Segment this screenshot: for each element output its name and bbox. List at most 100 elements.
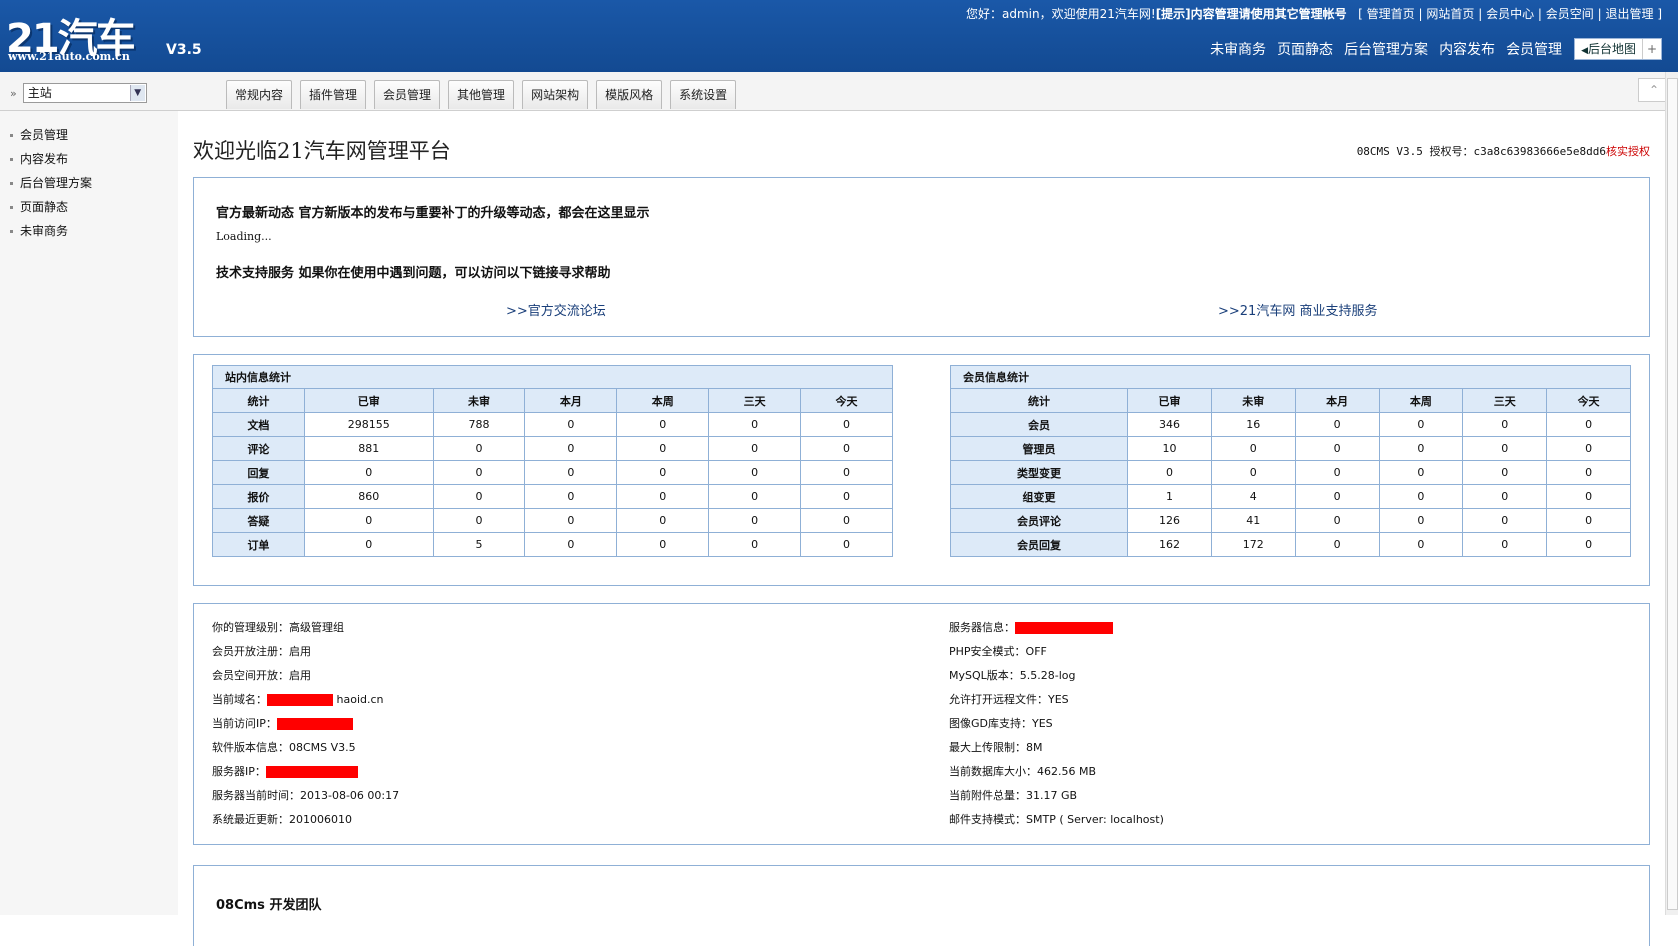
column-header: 三天 bbox=[708, 388, 802, 413]
tab-templates[interactable]: 模版风格 bbox=[596, 80, 663, 109]
table-cell: 10 bbox=[1127, 436, 1212, 461]
info-visitor-ip: 当前访问IP： bbox=[212, 712, 399, 736]
table-cell: 860 bbox=[303, 484, 434, 509]
table-cell: 4 bbox=[1210, 484, 1296, 509]
table-cell: 0 bbox=[708, 532, 802, 557]
table-cell: 346 bbox=[1127, 412, 1212, 437]
plus-icon[interactable]: + bbox=[1643, 39, 1661, 59]
site-select[interactable]: 主站 ▼ bbox=[22, 83, 147, 103]
row-label: 组变更 bbox=[949, 484, 1129, 509]
tab-other[interactable]: 其他管理 bbox=[448, 80, 515, 109]
table-cell: 0 bbox=[1294, 460, 1380, 485]
info-gd: 图像GD库支持：YES bbox=[949, 717, 1053, 730]
scrollbar[interactable] bbox=[1665, 72, 1678, 915]
backend-map-button[interactable]: ◀后台地图 + bbox=[1574, 38, 1662, 60]
info-mysql: MySQL版本：5.5.28-log bbox=[949, 669, 1076, 682]
column-header: 本周 bbox=[616, 388, 710, 413]
news-heading: 官方最新动态 官方新版本的发布与重要补丁的升级等动态，都会在这里显示 bbox=[216, 206, 650, 221]
loading-text: Loading... bbox=[216, 230, 272, 243]
column-header: 本月 bbox=[1294, 388, 1380, 413]
table-cell: 0 bbox=[616, 412, 710, 437]
support-heading: 技术支持服务 如果你在使用中遇到问题，可以访问以下链接寻求帮助 bbox=[216, 266, 611, 281]
tab-members[interactable]: 会员管理 bbox=[374, 80, 441, 109]
info-php-safe: PHP安全模式：OFF bbox=[949, 645, 1047, 658]
logo-url: www.21auto.com.cn bbox=[8, 50, 130, 63]
table-cell: 0 bbox=[432, 484, 526, 509]
system-info-left: 你的管理级别：高级管理组 会员开放注册：启用 会员空间开放：启用 当前域名： h… bbox=[212, 616, 399, 832]
info-member-space: 会员空间开放：启用 bbox=[212, 669, 311, 682]
arrow-left-icon: ◀ bbox=[1581, 46, 1588, 56]
row-label: 评论 bbox=[212, 436, 305, 461]
table-cell: 0 bbox=[800, 460, 893, 485]
link-member-space[interactable]: 会员空间 bbox=[1546, 7, 1594, 21]
table-cell: 16 bbox=[1210, 412, 1296, 437]
nav-admin-scheme[interactable]: 后台管理方案 bbox=[1344, 39, 1428, 59]
redacted-server-info bbox=[1015, 622, 1113, 634]
table-cell: 0 bbox=[1546, 532, 1631, 557]
info-server-time: 服务器当前时间：2013-08-06 00:17 bbox=[212, 789, 400, 802]
top-nav: 未审商务 页面静态 后台管理方案 内容发布 会员管理 ◀后台地图 + bbox=[1199, 38, 1662, 60]
info-software-version: 软件版本信息：08CMS V3.5 bbox=[212, 741, 356, 754]
double-chevron-icon[interactable]: » bbox=[10, 87, 17, 100]
table-cell: 0 bbox=[616, 460, 710, 485]
forum-link[interactable]: >>官方交流论坛 bbox=[506, 300, 606, 319]
sidebar-item-members[interactable]: 会员管理 bbox=[0, 123, 178, 147]
table-caption: 会员信息统计 bbox=[950, 365, 1631, 389]
business-support-link[interactable]: >>21汽车网 商业支持服务 bbox=[1218, 300, 1377, 319]
scrollbar-thumb[interactable] bbox=[1667, 78, 1678, 910]
tab-settings[interactable]: 系统设置 bbox=[670, 80, 737, 109]
nav-member-manage[interactable]: 会员管理 bbox=[1506, 39, 1562, 59]
table-cell: 0 bbox=[524, 532, 618, 557]
table-row: 会员回复 162 172 0 0 0 0 bbox=[949, 532, 1631, 557]
table-row: 管理员 10 0 0 0 0 0 bbox=[949, 436, 1631, 461]
table-cell: 0 bbox=[616, 532, 710, 557]
table-cell: 0 bbox=[1127, 460, 1212, 485]
table-row: 会员评论 126 41 0 0 0 0 bbox=[949, 508, 1631, 533]
tab-regular-content[interactable]: 常规内容 bbox=[226, 80, 293, 109]
table-cell: 0 bbox=[1294, 508, 1380, 533]
tab-plugins[interactable]: 插件管理 bbox=[300, 80, 367, 109]
column-header: 未审 bbox=[1210, 388, 1296, 413]
link-sep: | bbox=[1418, 7, 1423, 21]
table-cell: 0 bbox=[800, 412, 893, 437]
table-cell: 0 bbox=[1462, 460, 1548, 485]
sidebar-item-publish[interactable]: 内容发布 bbox=[0, 147, 178, 171]
table-cell: 0 bbox=[708, 436, 802, 461]
nav-content-publish[interactable]: 内容发布 bbox=[1439, 39, 1495, 59]
sidebar-item-admin-scheme[interactable]: 后台管理方案 bbox=[0, 171, 178, 195]
team-heading: 08Cms 开发团队 bbox=[216, 898, 322, 913]
table-cell: 0 bbox=[616, 484, 710, 509]
table-cell: 0 bbox=[1378, 508, 1464, 533]
link-member-center[interactable]: 会员中心 bbox=[1486, 7, 1534, 21]
redacted-domain bbox=[267, 694, 333, 706]
column-header: 统计 bbox=[949, 388, 1129, 413]
link-admin-home[interactable]: [ 管理首页 bbox=[1358, 7, 1415, 21]
column-header: 今天 bbox=[800, 388, 893, 413]
table-cell: 0 bbox=[1546, 412, 1631, 437]
table-cell: 0 bbox=[1294, 412, 1380, 437]
table-cell: 0 bbox=[432, 460, 526, 485]
site-logo[interactable]: 21汽车网 www.21auto.com.cn bbox=[6, 6, 156, 120]
column-header: 今天 bbox=[1546, 388, 1631, 413]
tab-site-structure[interactable]: 网站架构 bbox=[522, 80, 589, 109]
sidebar-item-pending[interactable]: 未审商务 bbox=[0, 219, 178, 243]
news-panel: 官方最新动态 官方新版本的发布与重要补丁的升级等动态，都会在这里显示 Loadi… bbox=[193, 177, 1650, 337]
chevron-down-icon[interactable]: ▼ bbox=[129, 85, 145, 101]
top-header: 21汽车网 www.21auto.com.cn V3.5 您好：admin，欢迎… bbox=[0, 0, 1678, 120]
link-logout[interactable]: 退出管理 ] bbox=[1606, 7, 1663, 21]
table-cell: 0 bbox=[1294, 532, 1380, 557]
table-cell: 0 bbox=[524, 436, 618, 461]
table-cell: 0 bbox=[708, 484, 802, 509]
sidebar-item-static[interactable]: 页面静态 bbox=[0, 195, 178, 219]
link-site-home[interactable]: 网站首页 bbox=[1426, 7, 1474, 21]
info-db-size: 当前数据库大小：462.56 MB bbox=[949, 765, 1097, 778]
table-row: 文档 298155 788 0 0 0 0 bbox=[212, 412, 893, 437]
table-cell: 0 bbox=[800, 436, 893, 461]
table-cell: 0 bbox=[800, 532, 893, 557]
nav-pending-business[interactable]: 未审商务 bbox=[1210, 39, 1266, 59]
table-cell: 0 bbox=[616, 508, 710, 533]
table-cell: 0 bbox=[800, 508, 893, 533]
info-remote-files: 允许打开远程文件：YES bbox=[949, 693, 1069, 706]
nav-static-pages[interactable]: 页面静态 bbox=[1277, 39, 1333, 59]
verify-license-link[interactable]: 核实授权 bbox=[1606, 145, 1650, 158]
